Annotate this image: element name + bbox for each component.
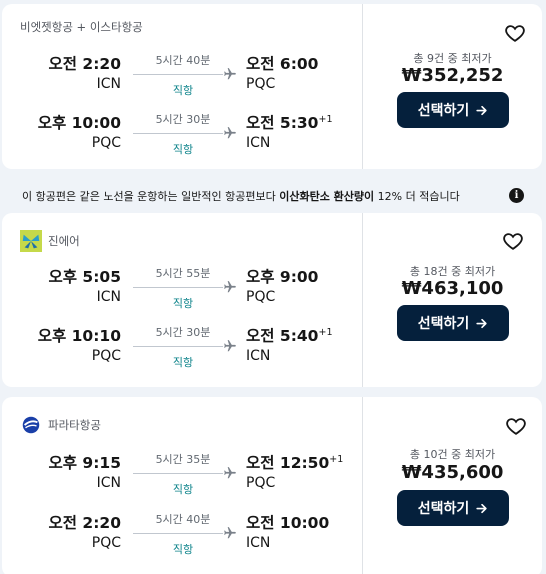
arrival-time: 오전 5:30+1 — [246, 114, 333, 132]
price: ₩435,600 — [401, 462, 504, 483]
arrival-time: 오전 5:40+1 — [246, 327, 333, 345]
return-leg: 오후 10:10 PQC 5시간 30분 직항 오전 5:40+1 ICN — [2, 324, 362, 376]
stops-label: 직항 — [172, 143, 194, 156]
price-panel: 총 18건 중 최저가 ₩463,100 선택하기 — [363, 213, 542, 387]
flight-duration: 5시간 30분 — [155, 326, 211, 339]
plane-icon — [224, 340, 236, 352]
price: ₩352,252 — [401, 65, 504, 86]
departure-time: 오후 10:00 — [37, 114, 121, 132]
price-info: 총 9건 중 최저가 — [413, 52, 492, 65]
price-info: 총 18건 중 최저가 — [409, 265, 496, 278]
route-line — [133, 133, 223, 134]
arrival-time: 오후 9:00 — [246, 268, 319, 286]
arrow-right-icon — [476, 503, 487, 513]
departure-airport: PQC — [91, 348, 121, 364]
price-info: 총 10건 중 최저가 — [409, 448, 496, 461]
departure-time: 오전 2:20 — [48, 55, 121, 73]
result-card: 파라타항공 오후 9:15 ICN 5시간 35분 직항 오전 12:50+1 … — [2, 397, 542, 574]
return-leg: 오전 2:20 PQC 5시간 40분 직항 오전 10:00 ICN — [2, 511, 362, 563]
route-line — [133, 533, 223, 534]
day-offset: +1 — [318, 327, 333, 338]
airline-info: 파라타항공 — [20, 414, 101, 436]
emissions-banner: 이 항공편은 같은 노선을 운항하는 일반적인 항공편보다 이산화탄소 환산량이… — [2, 183, 542, 208]
itinerary-panel: 비엣젯항공 + 이스타항공 오전 2:20 ICN 5시간 40분 직항 오전 … — [2, 4, 362, 169]
outbound-leg: 오전 2:20 ICN 5시간 40분 직항 오전 6:00 PQC — [2, 52, 362, 104]
heart-outline-icon[interactable] — [503, 22, 527, 44]
arrival-airport: ICN — [246, 348, 271, 364]
stops-label: 직항 — [172, 356, 194, 369]
plane-icon — [224, 281, 236, 293]
flight-duration: 5시간 55분 — [155, 267, 211, 280]
outbound-leg: 오후 5:05 ICN 5시간 55분 직항 오후 9:00 PQC — [2, 265, 362, 317]
departure-airport: PQC — [91, 535, 121, 551]
flight-duration: 5시간 40분 — [155, 513, 211, 526]
select-button[interactable]: 선택하기 — [397, 305, 509, 341]
itinerary-panel: 파라타항공 오후 9:15 ICN 5시간 35분 직항 오전 12:50+1 … — [2, 397, 362, 574]
plane-icon — [224, 527, 236, 539]
plane-icon — [224, 68, 236, 80]
flight-duration: 5시간 35분 — [155, 453, 211, 466]
arrival-airport: ICN — [246, 135, 271, 151]
stops-label: 직항 — [172, 483, 194, 496]
plane-icon — [224, 127, 236, 139]
arrival-airport: PQC — [246, 76, 276, 92]
flight-duration: 5시간 30분 — [155, 113, 211, 126]
airline-name: 비엣젯항공 + 이스타항공 — [20, 20, 143, 34]
arrival-time: 오전 12:50+1 — [246, 454, 344, 472]
price-panel: 총 9건 중 최저가 ₩352,252 선택하기 — [363, 4, 542, 169]
info-icon[interactable]: i — [509, 188, 524, 203]
stops-label: 직항 — [172, 84, 194, 97]
departure-time: 오전 2:20 — [48, 514, 121, 532]
arrival-airport: PQC — [246, 475, 276, 491]
select-button[interactable]: 선택하기 — [397, 490, 509, 526]
route-line — [133, 346, 223, 347]
price: ₩463,100 — [401, 278, 504, 299]
arrival-time: 오전 10:00 — [246, 514, 330, 532]
heart-outline-icon[interactable] — [504, 415, 528, 437]
airline-info: 비엣젯항공 + 이스타항공 — [20, 16, 143, 38]
arrival-airport: ICN — [246, 535, 271, 551]
airline-info: 진에어 — [20, 229, 80, 253]
arrival-airport: PQC — [246, 289, 276, 305]
route-line — [133, 74, 223, 75]
departure-airport: ICN — [96, 76, 121, 92]
select-button[interactable]: 선택하기 — [397, 92, 509, 128]
route-line — [133, 473, 223, 474]
emissions-text: 이 항공편은 같은 노선을 운항하는 일반적인 항공편보다 이산화탄소 환산량이… — [22, 189, 460, 203]
jinair-logo — [20, 230, 42, 252]
day-offset: +1 — [318, 114, 333, 125]
plane-icon — [224, 467, 236, 479]
arrow-right-icon — [476, 105, 487, 115]
airline-name: 진에어 — [48, 234, 80, 248]
departure-time: 오후 10:10 — [37, 327, 121, 345]
return-leg: 오후 10:00 PQC 5시간 30분 직항 오전 5:30+1 ICN — [2, 111, 362, 163]
stops-label: 직항 — [172, 543, 194, 556]
day-offset: +1 — [329, 454, 344, 465]
parata-logo — [22, 416, 40, 434]
departure-time: 오후 9:15 — [48, 454, 121, 472]
departure-time: 오후 5:05 — [48, 268, 121, 286]
departure-airport: PQC — [91, 135, 121, 151]
price-panel: 총 10건 중 최저가 ₩435,600 선택하기 — [363, 397, 542, 574]
airline-name: 파라타항공 — [48, 418, 101, 432]
outbound-leg: 오후 9:15 ICN 5시간 35분 직항 오전 12:50+1 PQC — [2, 451, 362, 503]
arrival-time: 오전 6:00 — [246, 55, 319, 73]
departure-airport: ICN — [96, 475, 121, 491]
result-card: 진에어 오후 5:05 ICN 5시간 55분 직항 오후 9:00 PQC 오… — [2, 213, 542, 387]
departure-airport: ICN — [96, 289, 121, 305]
heart-outline-icon[interactable] — [501, 230, 525, 252]
itinerary-panel: 진에어 오후 5:05 ICN 5시간 55분 직항 오후 9:00 PQC 오… — [2, 213, 362, 387]
flight-duration: 5시간 40분 — [155, 54, 211, 67]
route-line — [133, 287, 223, 288]
stops-label: 직항 — [172, 297, 194, 310]
arrow-right-icon — [476, 318, 487, 328]
result-card: 비엣젯항공 + 이스타항공 오전 2:20 ICN 5시간 40분 직항 오전 … — [2, 4, 542, 169]
